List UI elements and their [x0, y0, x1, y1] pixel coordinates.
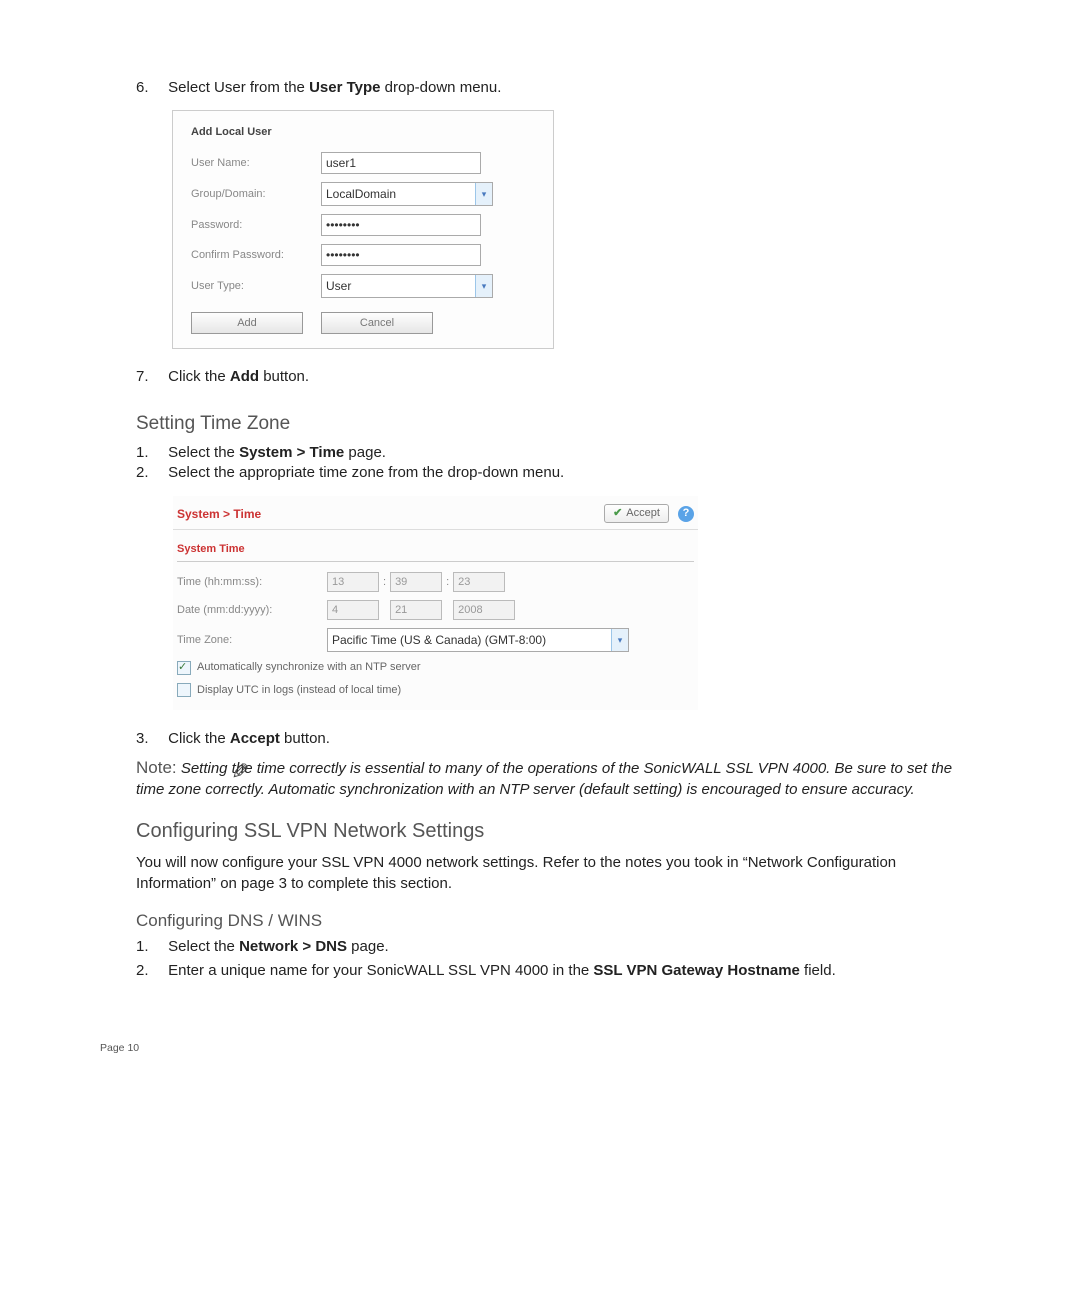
date-dd-input[interactable] [390, 600, 442, 620]
heading-configuring-ssl: Configuring SSL VPN Network Settings [136, 818, 980, 845]
step-text: Click the [168, 368, 230, 385]
accept-label: Accept [626, 506, 660, 521]
step-bold: System > Time [239, 444, 344, 461]
step-number: 2. [136, 961, 164, 981]
step-text: Select the appropriate time zone from th… [168, 464, 564, 481]
step-6: 6. Select User from the User Type drop-d… [100, 78, 980, 98]
colon: : [446, 575, 449, 590]
dns-step-2: 2. Enter a unique name for your SonicWAL… [100, 961, 980, 981]
ntp-sync-checkbox[interactable] [177, 661, 191, 675]
group-domain-label: Group/Domain: [191, 187, 321, 202]
step-text: Select User from the [168, 79, 309, 96]
page-footer: Page 10 [100, 1041, 980, 1055]
cancel-button[interactable]: Cancel [321, 312, 433, 334]
password-input[interactable] [321, 214, 481, 236]
step-text: page. [347, 938, 389, 955]
select-value: User [322, 278, 351, 294]
step-number: 7. [136, 367, 164, 387]
chevron-down-icon: ▾ [475, 183, 492, 205]
timezone-select[interactable]: Pacific Time (US & Canada) (GMT-8:00) ▾ [327, 628, 629, 652]
step-7: 7. Click the Add button. [100, 367, 980, 387]
accept-button[interactable]: ✔ Accept [604, 504, 669, 523]
note-block: ✎ Note: Setting the time correctly is es… [136, 757, 980, 800]
date-mm-input[interactable] [327, 600, 379, 620]
step-number: 6. [136, 78, 164, 98]
select-value: LocalDomain [322, 186, 396, 202]
step-text: button. [280, 730, 330, 747]
step-number: 2. [136, 463, 164, 483]
step-number: 1. [136, 443, 164, 463]
step-text: button. [259, 368, 309, 385]
tz-step-2: 2. Select the appropriate time zone from… [100, 463, 980, 483]
time-label: Time (hh:mm:ss): [177, 575, 327, 590]
step-text: field. [800, 962, 836, 979]
step-text: drop-down menu. [380, 79, 501, 96]
note-body: Setting the time correctly is essential … [136, 760, 952, 798]
ntp-sync-label: Automatically synchronize with an NTP se… [197, 660, 421, 675]
user-type-label: User Type: [191, 279, 321, 294]
utc-logs-checkbox[interactable] [177, 683, 191, 697]
system-time-panel: System > Time ✔ Accept ? System Time Tim… [172, 495, 699, 710]
panel-title: Add Local User [191, 125, 535, 144]
group-domain-select[interactable]: LocalDomain ▾ [321, 182, 493, 206]
pencil-icon: ✎ [231, 757, 249, 787]
breadcrumb: System > Time [177, 506, 261, 522]
chevron-down-icon: ▾ [611, 629, 628, 651]
note-label: Note: [136, 758, 177, 777]
step-bold: Network > DNS [239, 938, 347, 955]
confirm-password-input[interactable] [321, 244, 481, 266]
step-bold: Accept [230, 730, 280, 747]
ssl-paragraph: You will now configure your SSL VPN 4000… [136, 853, 980, 894]
user-name-label: User Name: [191, 156, 321, 171]
time-hh-input[interactable] [327, 572, 379, 592]
step-text: Click the [168, 730, 230, 747]
step-text: Select the [168, 444, 239, 461]
date-label: Date (mm:dd:yyyy): [177, 603, 327, 618]
user-type-select[interactable]: User ▾ [321, 274, 493, 298]
timezone-label: Time Zone: [177, 633, 327, 648]
step-bold: Add [230, 368, 259, 385]
chevron-down-icon: ▾ [475, 275, 492, 297]
step-text: Select the [168, 938, 239, 955]
time-ss-input[interactable] [453, 572, 505, 592]
utc-logs-label: Display UTC in logs (instead of local ti… [197, 683, 401, 698]
add-button[interactable]: Add [191, 312, 303, 334]
step-text: Enter a unique name for your SonicWALL S… [168, 962, 593, 979]
select-value: Pacific Time (US & Canada) (GMT-8:00) [328, 632, 546, 648]
help-icon[interactable]: ? [678, 506, 694, 522]
user-name-input[interactable] [321, 152, 481, 174]
date-yyyy-input[interactable] [453, 600, 515, 620]
confirm-password-label: Confirm Password: [191, 248, 321, 263]
step-text: page. [344, 444, 386, 461]
section-title: System Time [177, 536, 694, 562]
time-mm-input[interactable] [390, 572, 442, 592]
colon: : [383, 575, 386, 590]
step-number: 3. [136, 729, 164, 749]
step-number: 1. [136, 937, 164, 957]
dns-step-1: 1. Select the Network > DNS page. [100, 937, 980, 957]
heading-setting-time-zone: Setting Time Zone [136, 411, 980, 437]
tz-step-1: 1. Select the System > Time page. [100, 443, 980, 463]
step-bold: User Type [309, 79, 380, 96]
add-local-user-panel: Add Local User User Name: Group/Domain: … [172, 110, 554, 349]
heading-configuring-dns: Configuring DNS / WINS [136, 910, 980, 933]
step-bold: SSL VPN Gateway Hostname [593, 962, 799, 979]
password-label: Password: [191, 218, 321, 233]
tz-step-3: 3. Click the Accept button. [100, 729, 980, 749]
check-icon: ✔ [613, 506, 622, 521]
